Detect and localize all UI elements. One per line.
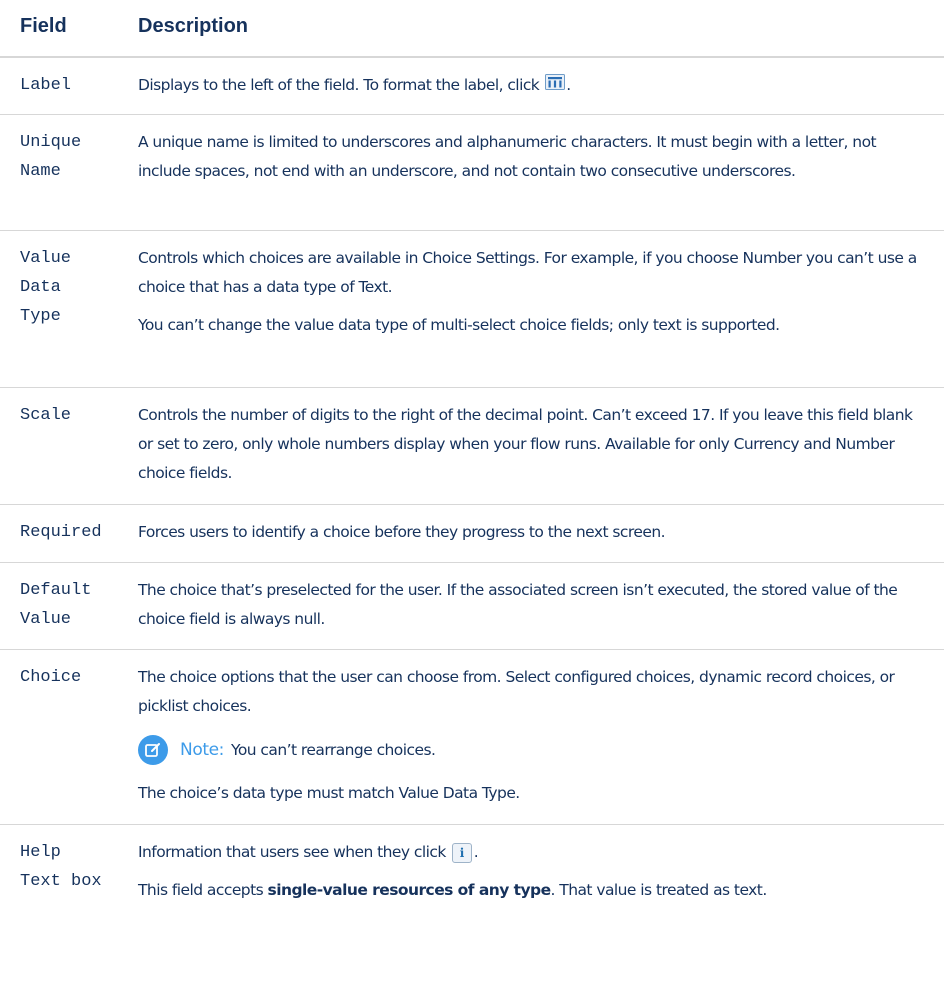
field-description: Controls which choices are available in … <box>138 244 928 340</box>
field-name: Choice <box>20 668 82 687</box>
description-text-end: . <box>473 843 479 861</box>
field-name: Label <box>20 76 72 95</box>
field-description: Displays to the left of the field. To fo… <box>138 71 928 100</box>
note-edit-icon <box>138 735 168 765</box>
note-callout: Note: You can’t rearrange choices. <box>138 735 928 765</box>
field-name-line: Value <box>20 610 72 629</box>
table-row-scale: Scale Controls the number of digits to t… <box>0 388 944 505</box>
field-name-line: Type <box>20 307 61 326</box>
field-name: Default Value <box>20 576 128 634</box>
field-description: The choice options that the user can cho… <box>138 663 928 808</box>
field-name-line: Help <box>20 843 61 862</box>
description-paragraph: Information that users see when they cli… <box>138 838 928 867</box>
field-name-line: Name <box>20 162 61 181</box>
note-text: You can’t rearrange choices. <box>230 740 436 759</box>
table-row-value-data-type: Value Data Type Controls which choices a… <box>0 231 944 388</box>
field-name-line: Text box <box>20 872 102 891</box>
table-row-unique-name: Unique Name A unique name is limited to … <box>0 115 944 231</box>
field-name-line: Data <box>20 278 61 297</box>
field-name-line: Unique <box>20 133 82 152</box>
header-field: Field <box>20 15 67 37</box>
description-paragraph: The choice options that the user can cho… <box>138 668 895 715</box>
field-description: Controls the number of digits to the rig… <box>138 406 913 482</box>
field-name: Unique Name <box>20 128 128 186</box>
description-bold-text: single-value resources of any type <box>267 881 552 899</box>
field-name: Required <box>20 523 102 542</box>
field-name-line: Default <box>20 581 92 600</box>
description-text: Displays to the left of the field. To fo… <box>138 76 540 94</box>
description-paragraph: This field accepts single-value resource… <box>138 876 928 905</box>
info-icon: i <box>451 842 472 863</box>
field-name: Help Text box <box>20 838 128 896</box>
description-text: Information that users see when they cli… <box>138 843 446 861</box>
field-name: Value Data Type <box>20 244 128 331</box>
field-description: Forces users to identify a choice before… <box>138 523 666 541</box>
description-text-end: . That value is treated as text. <box>550 881 768 899</box>
header-description: Description <box>138 15 249 37</box>
note-label: Note: <box>180 739 224 760</box>
table-header: Field Description <box>0 0 944 58</box>
field-description-table: Field Description Label Displays to the … <box>0 0 944 1002</box>
field-name-line: Value <box>20 249 72 268</box>
field-name: Scale <box>20 406 72 425</box>
table-row-default-value: Default Value The choice that’s preselec… <box>0 563 944 650</box>
description-paragraph: You can’t change the value data type of … <box>138 316 780 334</box>
table-row-label: Label Displays to the left of the field.… <box>0 58 944 115</box>
table-row-choice: Choice The choice options that the user … <box>0 650 944 825</box>
field-description: The choice that’s preselected for the us… <box>138 581 898 628</box>
table-row-required: Required Forces users to identify a choi… <box>0 505 944 563</box>
field-description: Information that users see when they cli… <box>138 838 928 905</box>
description-paragraph: Controls which choices are available in … <box>138 249 917 296</box>
description-text-end: . <box>566 76 571 94</box>
description-paragraph: The choice’s data type must match Value … <box>138 784 520 802</box>
field-description: A unique name is limited to underscores … <box>138 133 877 180</box>
description-text: This field accepts <box>138 881 264 899</box>
format-columns-icon <box>545 71 566 100</box>
table-row-help-text: Help Text box Information that users see… <box>0 825 944 1002</box>
